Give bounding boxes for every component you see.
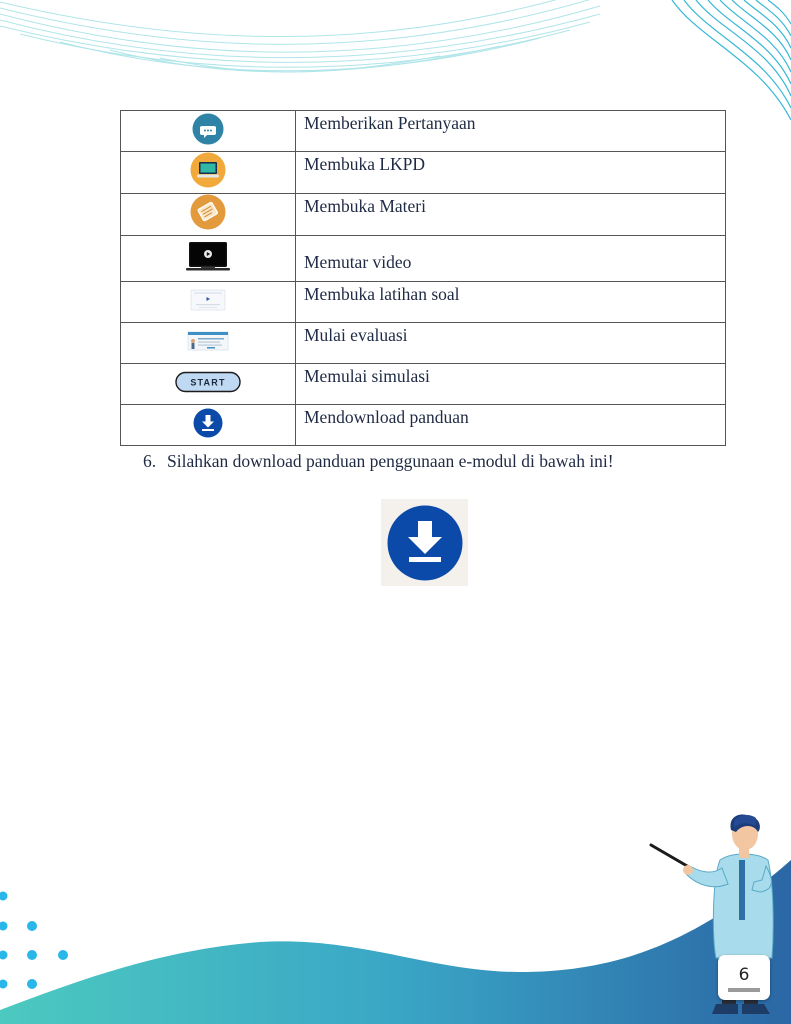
table-label: Membuka Materi [295, 193, 726, 236]
table-row: Memberikan Pertanyaan [120, 110, 726, 152]
icon-cell [120, 404, 296, 446]
table-label: Membuka LKPD [295, 151, 726, 194]
evaluation-thumbnail-icon[interactable] [187, 331, 229, 351]
start-button-text: START [190, 377, 225, 387]
table-label: Mendownload panduan [295, 404, 726, 446]
bottom-wave [0, 860, 791, 1024]
laptop-icon[interactable] [190, 152, 226, 188]
table-label: Membuka latihan soal [295, 281, 726, 323]
table-label: Memutar video [295, 235, 726, 282]
chat-bubble-icon[interactable] [192, 113, 224, 145]
table-label: Memulai simulasi [295, 363, 726, 405]
icon-legend-table: Memberikan Pertanyaan Membuka LKPD Membu… [120, 110, 726, 446]
video-screen-icon[interactable] [185, 240, 231, 272]
table-row: Mulai evaluasi [120, 322, 726, 364]
step-text: Silahkan download panduan penggunaan e-m… [167, 451, 614, 471]
table-row: Membuka LKPD [120, 151, 726, 194]
book-icon[interactable] [190, 194, 226, 230]
table-row: Membuka Materi [120, 193, 726, 236]
icon-cell: START [120, 363, 296, 405]
top-wave-lines [0, 0, 601, 73]
icon-cell [120, 281, 296, 323]
start-button-icon[interactable]: START [175, 371, 241, 393]
table-row: Mendownload panduan [120, 404, 726, 446]
icon-cell [120, 193, 296, 236]
bottom-dots [0, 891, 68, 989]
table-label: Mulai evaluasi [295, 322, 726, 364]
download-icon[interactable] [193, 408, 223, 438]
icon-cell [120, 322, 296, 364]
table-row: Memutar video [120, 235, 726, 282]
icon-cell [120, 151, 296, 194]
instruction-step: 6. Silahkan download panduan penggunaan … [143, 451, 625, 472]
top-right-wave-lines [671, 0, 791, 121]
table-label: Memberikan Pertanyaan [295, 110, 726, 152]
table-row: Membuka latihan soal [120, 281, 726, 323]
icon-cell [120, 235, 296, 282]
table-row: START Memulai simulasi [120, 363, 726, 405]
quiz-thumbnail-icon[interactable] [190, 289, 226, 311]
page-number-underline [728, 988, 760, 992]
page-number-badge: 6 [718, 955, 770, 1000]
download-guide-button[interactable] [381, 499, 468, 586]
icon-cell [120, 110, 296, 152]
page-number: 6 [738, 965, 750, 985]
step-number: 6. [143, 451, 157, 471]
download-icon [387, 505, 462, 580]
